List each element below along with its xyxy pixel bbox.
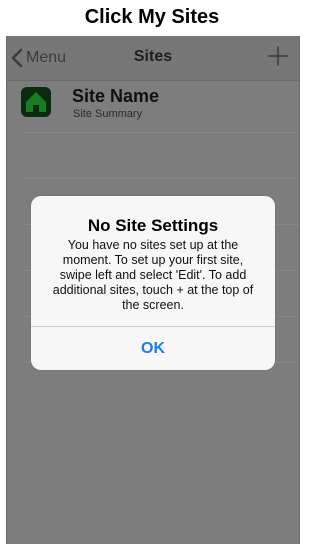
phone-screen: Menu Sites Site Name Site Summary No Sit… (6, 36, 300, 544)
row-divider (23, 132, 299, 133)
alert-message-line: additional sites, touch + at the top of (52, 283, 254, 297)
alert-message: You have no sites set up at the moment. … (47, 238, 259, 313)
alert-message-line: the screen. (122, 298, 184, 312)
site-name: Site Name (72, 86, 160, 106)
alert-message-line: You have no sites set up at the (67, 238, 239, 252)
alert-message-line: swipe left and select 'Edit'. To add (59, 268, 247, 282)
page-title: Sites (133, 48, 173, 65)
page: Click My Sites Menu Sites Site Name Site… (0, 0, 304, 544)
plus-icon (268, 46, 288, 66)
home-icon (26, 92, 46, 112)
alert-message-line: moment. To set up your first site, (62, 253, 244, 267)
site-summary: Site Summary (73, 108, 143, 120)
no-site-settings-alert: No Site Settings You have no sites set u… (31, 196, 275, 370)
navigation-bar: Menu Sites (7, 36, 299, 81)
ok-button[interactable]: OK (31, 327, 275, 370)
site-icon (21, 87, 51, 117)
add-site-button[interactable] (265, 43, 291, 69)
instruction-caption: Click My Sites (84, 6, 220, 28)
row-divider (23, 178, 299, 179)
alert-title: No Site Settings (87, 216, 219, 235)
